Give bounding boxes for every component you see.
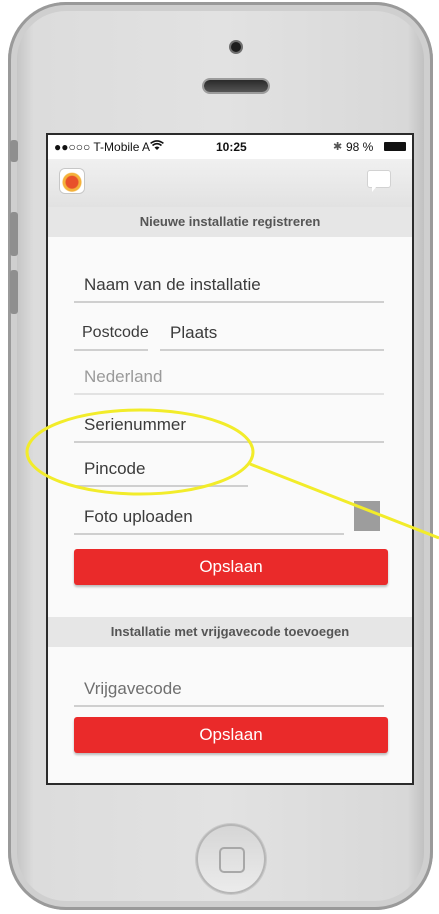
postcode-field[interactable]: Postcode [74,317,149,351]
wifi-icon [150,140,164,150]
serial-number-field[interactable]: Serienummer [74,409,384,443]
earpiece-speaker [204,80,268,92]
carrier-label: ●●○○○ T-Mobile A [54,140,151,154]
front-camera [231,42,241,52]
app-screen: ●●○○○ T-Mobile A 10:25 ✱ 98 % Nieuwe ins… [46,133,414,785]
battery-percentage: 98 % [346,140,374,154]
installation-name-field[interactable]: Naam van de installatie [74,269,384,303]
app-bar [48,159,412,207]
volume-up-button [10,212,18,256]
country-field[interactable]: Nederland [74,361,384,395]
app-logo-icon[interactable] [60,169,84,193]
pincode-field[interactable]: Pincode [74,453,248,487]
bluetooth-icon: ✱ [333,141,343,153]
home-button-icon [219,847,245,873]
release-code-field[interactable]: Vrijgavecode [74,673,384,707]
clock: 10:25 [216,140,247,154]
battery-icon [384,142,406,151]
release-code-header: Installatie met vrijgavecode toevoegen [48,617,412,647]
volume-down-button [10,270,18,314]
save-release-code-button[interactable]: Opslaan [74,717,388,753]
mute-switch [10,140,18,162]
status-bar: ●●○○○ T-Mobile A 10:25 ✱ 98 % [48,135,412,159]
registration-header: Nieuwe installatie registreren [48,207,412,237]
chat-icon[interactable] [368,171,390,192]
save-registration-button[interactable]: Opslaan [74,549,388,585]
photo-upload-button[interactable] [354,501,380,531]
place-field[interactable]: Plaats [160,317,384,351]
photo-upload-field[interactable]: Foto uploaden [74,501,344,535]
home-button[interactable] [196,824,266,894]
